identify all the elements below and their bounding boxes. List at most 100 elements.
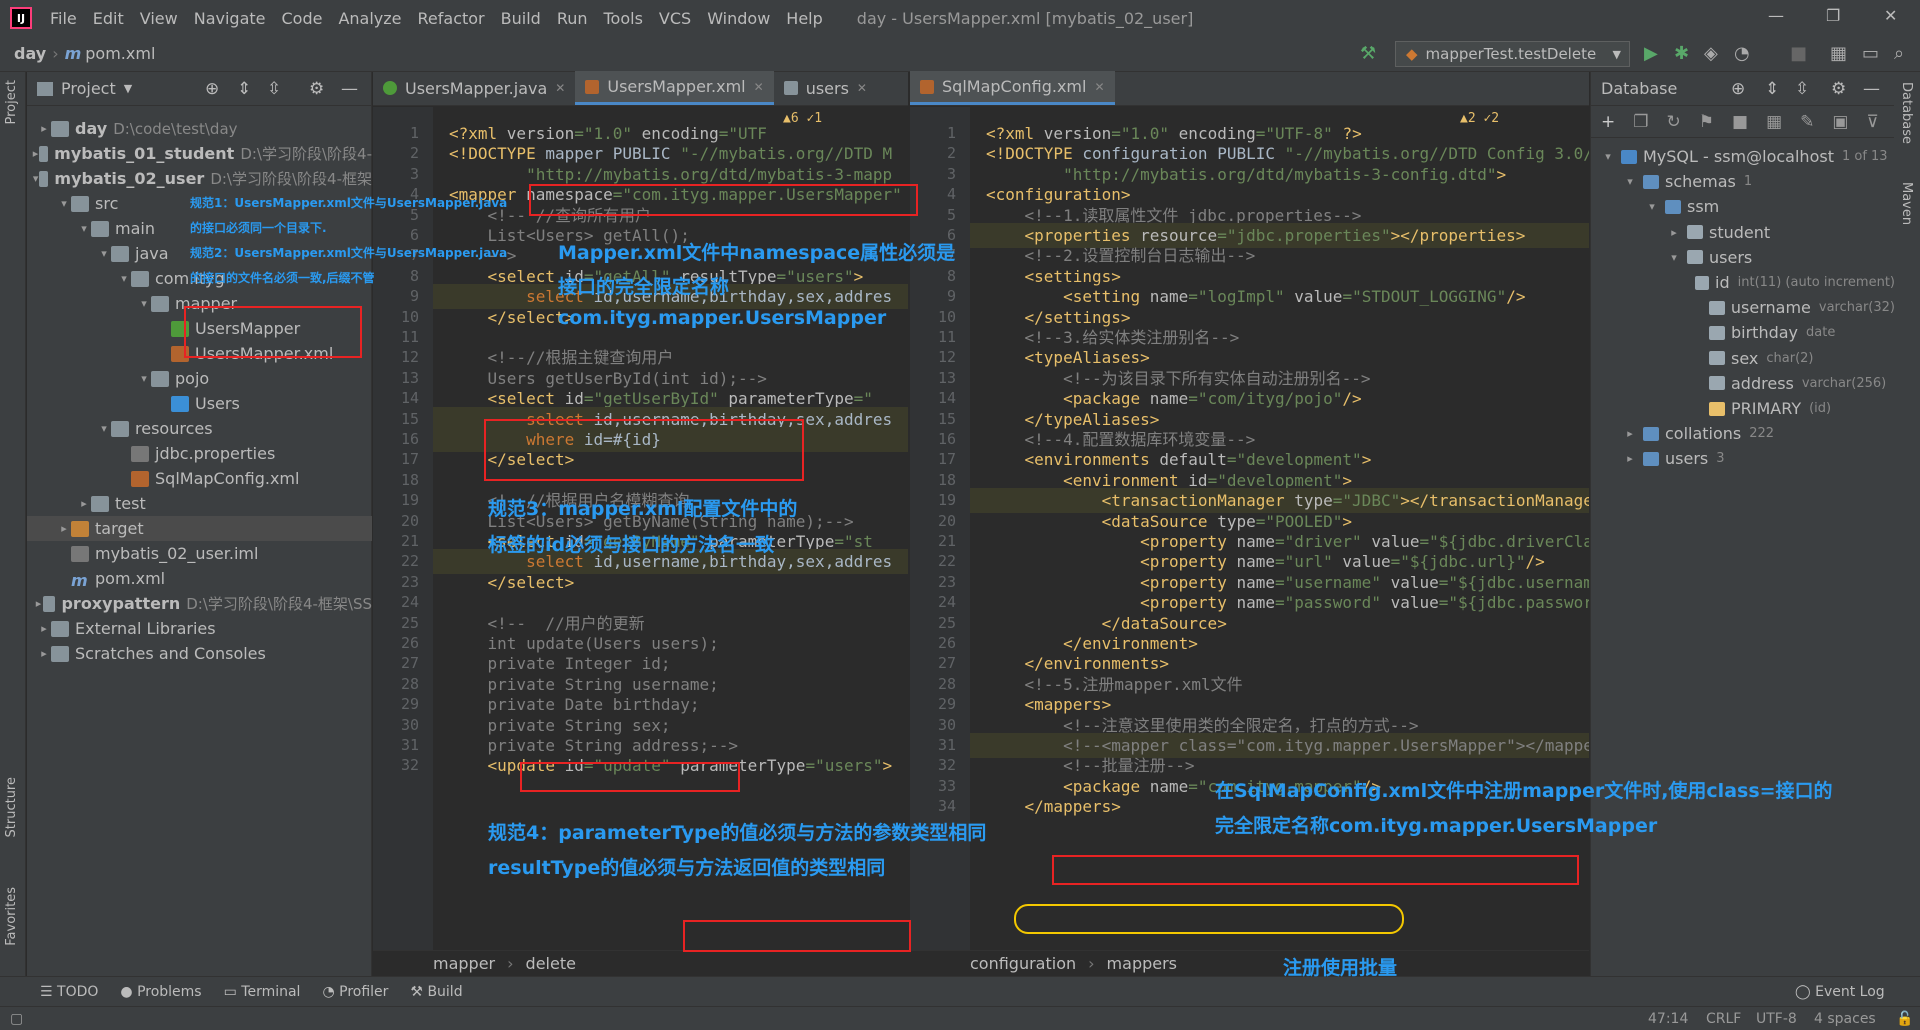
- database-tree-item[interactable]: ▸ collations 222: [1591, 421, 1895, 446]
- expand-arrow-icon[interactable]: ▾: [137, 372, 151, 385]
- caret-position[interactable]: 47:14: [1648, 1011, 1688, 1027]
- expand-all-icon[interactable]: ⇕: [1765, 79, 1779, 99]
- close-tab-icon[interactable]: ✕: [555, 81, 565, 95]
- menu-analyze[interactable]: Analyze: [330, 9, 409, 28]
- close-icon[interactable]: ✕: [1884, 6, 1897, 25]
- project-tree-item[interactable]: SqlMapConfig.xml: [27, 466, 372, 491]
- expand-arrow-icon[interactable]: ▾: [1645, 200, 1659, 213]
- coverage-icon[interactable]: ◈: [1704, 43, 1718, 64]
- expand-arrow-icon[interactable]: ▸: [37, 647, 51, 660]
- chevron-down-icon[interactable]: ▼: [124, 82, 132, 95]
- editor-tab[interactable]: users ✕: [774, 71, 877, 105]
- project-tree-item[interactable]: ▸ proxypattern D:\学习阶段\阶段4-框架\SS: [27, 591, 372, 616]
- database-tree-item[interactable]: birthday date: [1591, 320, 1895, 345]
- menu-tools[interactable]: Tools: [596, 9, 651, 28]
- database-tree-item[interactable]: ▾ users: [1591, 245, 1895, 270]
- collapse-all-icon[interactable]: ⇳: [1795, 79, 1809, 99]
- maven-tool-tab[interactable]: Maven: [1899, 182, 1914, 225]
- database-tree-item[interactable]: address varchar(256): [1591, 371, 1895, 396]
- gear-icon[interactable]: ⚙: [309, 79, 324, 99]
- close-tab-icon[interactable]: ✕: [1094, 80, 1104, 94]
- menu-file[interactable]: File: [42, 9, 85, 28]
- breadcrumb-item[interactable]: mappers: [1107, 954, 1177, 973]
- expand-arrow-icon[interactable]: ▸: [1623, 427, 1637, 440]
- expand-arrow-icon[interactable]: ▸: [37, 622, 51, 635]
- breadcrumb-project[interactable]: day: [14, 44, 46, 63]
- hide-panel-icon[interactable]: —: [341, 79, 358, 99]
- project-tree-item[interactable]: ▸ test: [27, 491, 372, 516]
- expand-arrow-icon[interactable]: ▾: [32, 172, 39, 185]
- line-separator[interactable]: CRLF: [1706, 1011, 1741, 1027]
- project-tree-item[interactable]: ▾ pojo: [27, 366, 372, 391]
- project-tree-item[interactable]: ▸ External Libraries: [27, 616, 372, 641]
- profile-icon[interactable]: ◔: [1734, 43, 1750, 64]
- menu-navigate[interactable]: Navigate: [186, 9, 274, 28]
- project-tree-item[interactable]: ▾ resources: [27, 416, 372, 441]
- locate-icon[interactable]: ⊕: [205, 79, 219, 99]
- file-encoding[interactable]: UTF-8: [1756, 1011, 1797, 1027]
- project-tool-tab[interactable]: Project: [4, 80, 19, 124]
- database-tree-item[interactable]: id int(11) (auto increment): [1591, 270, 1895, 295]
- breadcrumb-item[interactable]: delete: [526, 954, 576, 973]
- editor-tab[interactable]: UsersMapper.java ✕: [373, 71, 575, 105]
- close-tab-icon[interactable]: ✕: [754, 80, 764, 94]
- expand-arrow-icon[interactable]: ▸: [1623, 452, 1637, 465]
- schema-icon[interactable]: ⚑: [1699, 112, 1714, 132]
- project-structure-icon[interactable]: ▦: [1830, 43, 1847, 64]
- expand-arrow-icon[interactable]: ▾: [1601, 150, 1615, 163]
- menu-help[interactable]: Help: [778, 9, 830, 28]
- code-line[interactable]: </select>: [449, 305, 575, 330]
- run-configuration-select[interactable]: ◆ mapperTest.testDelete ▼: [1395, 41, 1630, 67]
- menu-build[interactable]: Build: [493, 9, 549, 28]
- profiler-tab[interactable]: ◔ Profiler: [322, 984, 388, 1000]
- breadcrumb-item[interactable]: configuration: [970, 954, 1076, 973]
- menu-code[interactable]: Code: [274, 9, 331, 28]
- expand-all-icon[interactable]: ⇕: [237, 79, 251, 99]
- todo-tab[interactable]: ☰ TODO: [40, 984, 98, 1000]
- code-area-right[interactable]: 1 <?xml version="1.0" encoding="UTF-8" ?>…: [910, 107, 1589, 976]
- expand-arrow-icon[interactable]: ▸: [77, 497, 91, 510]
- globe-icon[interactable]: ⊕: [1731, 79, 1745, 99]
- event-log-tab[interactable]: ◯ Event Log: [1795, 984, 1885, 1000]
- console-icon[interactable]: ▣: [1832, 112, 1848, 132]
- build-tab[interactable]: ⚒ Build: [410, 984, 462, 1000]
- menu-vcs[interactable]: VCS: [651, 9, 699, 28]
- database-tree-item[interactable]: ▾ schemas 1: [1591, 169, 1895, 194]
- edit-icon[interactable]: ✎: [1800, 112, 1814, 132]
- inspection-widget[interactable]: ▲6 ✓1: [783, 111, 822, 126]
- table-icon[interactable]: ▦: [1766, 112, 1782, 132]
- terminal-tab[interactable]: ▭ Terminal: [224, 984, 301, 1000]
- editor-tab[interactable]: UsersMapper.xml ✕: [575, 71, 774, 105]
- problems-tab[interactable]: ● Problems: [120, 984, 201, 1000]
- search-icon[interactable]: ⌕: [1894, 43, 1904, 64]
- window-icon[interactable]: ▭: [1862, 43, 1879, 64]
- database-tool-tab[interactable]: Database: [1899, 82, 1914, 144]
- inspection-widget[interactable]: ▲2 ✓2: [1460, 111, 1499, 126]
- editor-tab[interactable]: SqlMapConfig.xml ✕: [910, 71, 1115, 105]
- expand-arrow-icon[interactable]: ▾: [57, 197, 71, 210]
- minimize-icon[interactable]: —: [1768, 6, 1784, 25]
- gear-icon[interactable]: ⚙: [1831, 79, 1846, 99]
- expand-arrow-icon[interactable]: ▸: [34, 597, 43, 610]
- stop-icon[interactable]: ■: [1790, 43, 1807, 64]
- expand-arrow-icon[interactable]: ▾: [77, 222, 91, 235]
- add-icon[interactable]: +: [1601, 112, 1615, 132]
- project-tree-item[interactable]: ▸ day D:\code\test\day: [27, 116, 372, 141]
- hide-panel-icon[interactable]: —: [1863, 79, 1880, 99]
- expand-arrow-icon[interactable]: ▸: [1667, 226, 1681, 239]
- project-tree-item[interactable]: Users: [27, 391, 372, 416]
- project-tree-item[interactable]: ▸ Scratches and Consoles: [27, 641, 372, 666]
- close-tab-icon[interactable]: ✕: [857, 81, 867, 95]
- project-tree-item[interactable]: ▸ mybatis_01_student D:\学习阶段\阶段4-: [27, 141, 372, 166]
- debug-icon[interactable]: ✱: [1674, 43, 1689, 64]
- menu-edit[interactable]: Edit: [85, 9, 132, 28]
- run-icon[interactable]: ▶: [1644, 43, 1658, 64]
- favorites-tool-tab[interactable]: Favorites: [4, 887, 19, 946]
- project-tree-item[interactable]: ▸ target: [27, 516, 372, 541]
- project-tree-item[interactable]: mybatis_02_user.iml: [27, 541, 372, 566]
- breadcrumb-file[interactable]: pom.xml: [85, 44, 155, 63]
- project-tree-item[interactable]: jdbc.properties: [27, 441, 372, 466]
- menu-window[interactable]: Window: [699, 9, 778, 28]
- database-tree-item[interactable]: ▸ users 3: [1591, 446, 1895, 471]
- database-tree-item[interactable]: username varchar(32): [1591, 295, 1895, 320]
